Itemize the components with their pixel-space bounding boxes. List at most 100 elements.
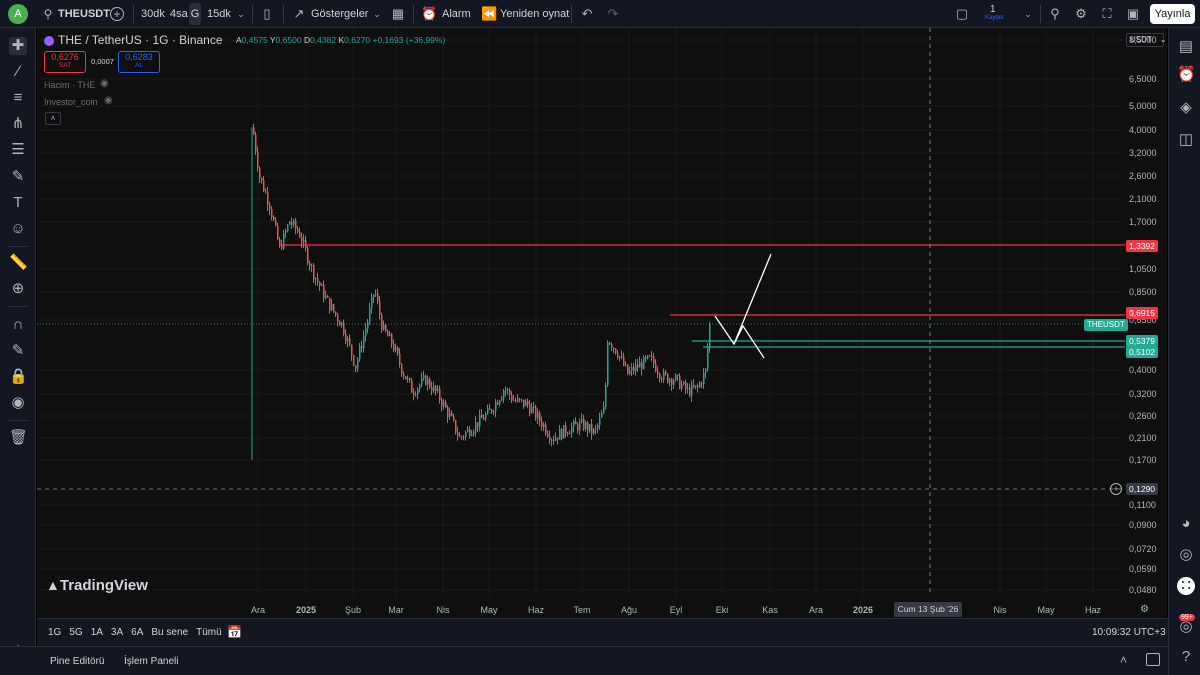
candle-body [559, 429, 561, 440]
expand-panel-icon[interactable]: ˄ [1120, 653, 1127, 667]
avatar[interactable]: A [8, 4, 28, 24]
volume-indicator-label[interactable]: Hacim · THE [44, 80, 95, 90]
symbol-title[interactable]: THE / TetherUS · 1G · Binance [58, 33, 223, 47]
add-symbol-icon[interactable]: + [110, 7, 124, 21]
alerts-clock-icon[interactable]: ⏰ [1177, 66, 1196, 84]
sell-button[interactable]: 0,6276 SAT [44, 51, 86, 73]
candle-body [419, 384, 421, 389]
quick-search-icon[interactable]: ⚲ [1047, 6, 1063, 22]
interval-1d[interactable]: G [189, 3, 201, 25]
camera-icon[interactable]: ▣ [1125, 6, 1141, 22]
candle-body [447, 407, 449, 417]
layout-square-icon[interactable]: ▢ [954, 6, 970, 22]
trash-icon[interactable]: 🗑 [9, 429, 28, 447]
undo-icon[interactable]: ↶ [579, 6, 595, 22]
symbol-search[interactable]: THEUSDT [58, 0, 110, 28]
trend-line-icon[interactable]: ∕ [9, 63, 27, 81]
text-icon[interactable]: T [9, 194, 27, 212]
interval-30m[interactable]: 30dk [141, 0, 165, 28]
candle-body [489, 408, 491, 410]
ideas-icon[interactable]: ◕ [1177, 515, 1195, 533]
goto-date-icon[interactable]: 📅 [227, 625, 242, 639]
watchlist-icon[interactable]: ▤ [1177, 38, 1195, 56]
replay-icon[interactable]: ⏪ [481, 6, 497, 22]
candle-body [557, 437, 559, 440]
chevron-down-icon[interactable]: ⌄ [369, 6, 385, 22]
redo-icon[interactable]: ↷ [605, 6, 621, 22]
price-tick-label: 5,0000 [1129, 101, 1157, 111]
candle-body [655, 363, 657, 372]
horizontal-lines-icon[interactable]: ≡ [9, 89, 27, 107]
help-icon[interactable]: ? [1177, 648, 1195, 666]
search-icon[interactable]: ⚲ [40, 6, 56, 22]
separator [1040, 5, 1041, 23]
clock[interactable]: 10:09:32 UTC+3 [1092, 627, 1166, 638]
emoji-icon[interactable]: ☺ [9, 220, 27, 238]
range-button[interactable]: 1G [48, 627, 61, 638]
save-count[interactable]: 1 [990, 4, 996, 15]
axis-settings-icon[interactable]: ⚙ [1140, 604, 1149, 615]
layouts-icon[interactable]: ▦ [390, 6, 406, 22]
range-button[interactable]: 1A [91, 627, 103, 638]
candle-body [465, 432, 467, 438]
candle-body [331, 304, 333, 311]
fib-icon[interactable]: ☰ [9, 141, 27, 159]
candle-body [663, 371, 665, 380]
price-chart[interactable] [37, 28, 1167, 618]
crosshair-icon[interactable]: ✚ [9, 37, 27, 55]
eye-icon[interactable]: ◉ [9, 394, 27, 412]
interval-15m[interactable]: 15dk [207, 0, 231, 28]
tab-pine-editor[interactable]: Pine Editörü [50, 656, 104, 667]
divider [8, 420, 28, 421]
time-tick-label: Eyl [669, 605, 683, 615]
candle-body [685, 382, 687, 390]
candle-body [577, 424, 579, 431]
save-label[interactable]: Kaydet [985, 15, 1004, 21]
investor-indicator-label[interactable]: Investor_coin [44, 97, 98, 107]
interval-4h[interactable]: 4sa [170, 0, 188, 28]
chat-icon[interactable]: ◫ [1177, 131, 1195, 149]
alarm-icon[interactable]: ⏰ [421, 6, 437, 22]
price-tick-label: 0,0480 [1129, 585, 1157, 595]
candle-body [315, 277, 317, 280]
candle-body [697, 385, 699, 388]
range-button[interactable]: Bu sene [151, 627, 188, 638]
candle-body [495, 402, 497, 412]
ruler-icon[interactable]: 📏 [9, 254, 28, 272]
lock-icon[interactable]: 🔒 [9, 368, 28, 386]
candles-icon[interactable]: ▯ [259, 6, 275, 22]
eye-icon[interactable]: ◉ [100, 78, 109, 89]
range-button[interactable]: Tümü [196, 627, 222, 638]
alarm-button[interactable]: Alarm [442, 0, 471, 28]
zoom-icon[interactable]: ⊕ [9, 280, 27, 298]
candle-body [255, 134, 257, 152]
chevron-down-icon[interactable]: ⌄ [1020, 6, 1036, 22]
calendar-icon[interactable]: ◎ [1177, 546, 1195, 564]
chart-pane[interactable]: THE / TetherUS · 1G · Binance A0,4575 Y0… [37, 28, 1167, 618]
apps-icon[interactable]: ∷ [1177, 577, 1195, 595]
collapse-legend-button[interactable]: ˄ [45, 112, 61, 125]
add-price-alert-icon[interactable]: + [1110, 483, 1122, 495]
tab-trading-panel[interactable]: İşlem Paneli [124, 656, 178, 667]
indicators-button[interactable]: Göstergeler [311, 0, 368, 28]
buy-button[interactable]: 0,6283 AL [118, 51, 160, 73]
pitchfork-icon[interactable]: ⋔ [9, 115, 27, 133]
indicators-icon[interactable]: ↗ [291, 6, 307, 22]
settings-icon[interactable]: ⚙ [1073, 6, 1089, 22]
fullscreen-icon[interactable]: ⛶ [1099, 6, 1115, 22]
lock-drawing-icon[interactable]: ✎ [9, 342, 27, 360]
magnet-icon[interactable]: ∩ [9, 316, 27, 334]
time-tick-label: Ağu [620, 605, 638, 615]
range-button[interactable]: 6A [131, 627, 143, 638]
chevron-down-icon[interactable]: ⌄ [233, 6, 249, 22]
publish-button[interactable]: Yayınla [1150, 4, 1195, 24]
candle-body [349, 338, 351, 345]
replay-button[interactable]: Yeniden oynat [500, 0, 569, 28]
maximize-panel-icon[interactable] [1146, 653, 1160, 666]
brush-icon[interactable]: ✎ [9, 168, 27, 186]
range-button[interactable]: 5G [69, 627, 82, 638]
layers-icon[interactable]: ◈ [1177, 99, 1195, 117]
range-button[interactable]: 3A [111, 627, 123, 638]
eye-icon[interactable]: ◉ [104, 95, 113, 106]
level-tag-2: 0,6915 [1126, 307, 1158, 319]
